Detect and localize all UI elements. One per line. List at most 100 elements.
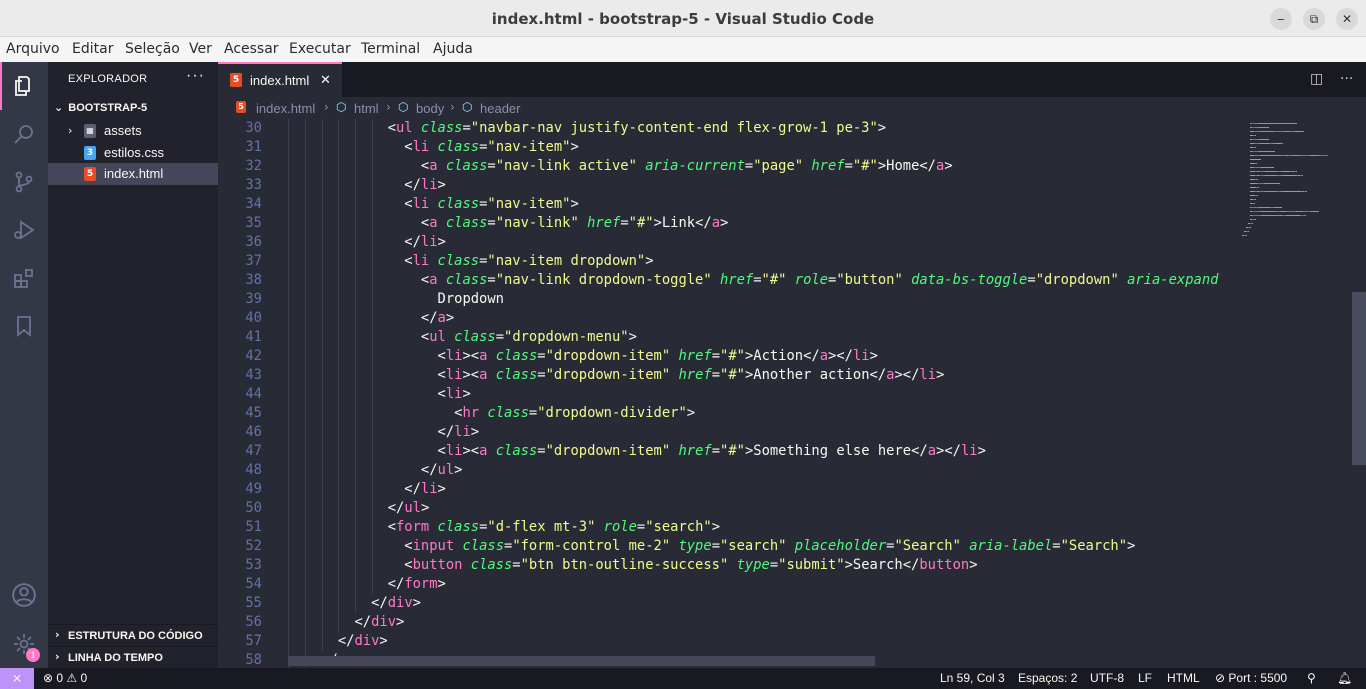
close-window-button[interactable]: ✕ — [1336, 8, 1358, 30]
breadcrumb-file[interactable]: index.html — [256, 101, 315, 116]
notifications-bell-icon[interactable]: 🔔︎ — [1337, 671, 1352, 685]
cursor-position[interactable]: Ln 59, Col 3 — [940, 671, 1005, 685]
code-line[interactable]: 51 <form class="d-flex mt-3" role="searc… — [218, 518, 1232, 537]
extensions-icon[interactable] — [0, 254, 48, 302]
symbol-element-icon: ⬡ — [462, 100, 473, 114]
problems-indicator[interactable]: ⊗ 0 ⚠ 0 — [43, 671, 87, 685]
line-number: 43 — [245, 367, 262, 383]
indent-guide — [304, 271, 306, 290]
indent-guide — [321, 442, 323, 461]
bookmark-icon[interactable] — [0, 302, 48, 350]
explorer-icon[interactable] — [0, 62, 48, 110]
indent-guide — [288, 385, 289, 404]
code-line[interactable]: 38 <a class="nav-link dropdown-toggle" h… — [218, 271, 1232, 290]
tab-index-html[interactable]: 5 index.html ✕ — [218, 62, 342, 97]
menu-ajuda[interactable]: Ajuda — [433, 41, 473, 57]
breadcrumb-body[interactable]: body — [416, 101, 444, 116]
code-line[interactable]: 43 <li><a class="dropdown-item" href="#"… — [218, 366, 1232, 385]
account-icon[interactable] — [0, 571, 48, 619]
tree-item-assets[interactable]: › ▦ assets — [48, 120, 218, 142]
code-line[interactable]: 32 <a class="nav-link active" aria-curre… — [218, 157, 1232, 176]
maximize-button[interactable]: ⧉ — [1303, 8, 1325, 30]
indent-guide — [321, 594, 323, 613]
code-line[interactable]: 54 </form> — [218, 575, 1232, 594]
code-line[interactable]: 39 Dropdown — [218, 290, 1232, 309]
feedback-icon[interactable]: ⚲ — [1307, 671, 1316, 685]
vertical-scrollbar-thumb[interactable] — [1352, 292, 1366, 465]
code-line[interactable]: 42 <li><a class="dropdown-item" href="#"… — [218, 347, 1232, 366]
more-actions-icon[interactable]: ··· — [186, 67, 205, 85]
close-tab-icon[interactable]: ✕ — [320, 73, 331, 88]
menu-terminal[interactable]: Terminal — [361, 41, 420, 57]
horizontal-scrollbar-thumb[interactable] — [288, 656, 875, 666]
code-line[interactable]: 31 <li class="nav-item"> — [218, 138, 1232, 157]
indent-guide — [338, 518, 340, 537]
line-number: 57 — [245, 633, 262, 649]
tree-item-index-html[interactable]: 5 index.html — [48, 163, 218, 185]
code-line[interactable]: 49 </li> — [218, 480, 1232, 499]
code-text: </li> — [387, 177, 446, 193]
code-line[interactable]: 52 <input class="form-control me-2" type… — [218, 537, 1232, 556]
code-editor[interactable]: 30 <ul class="navbar-nav justify-content… — [218, 119, 1366, 668]
code-line[interactable]: 36 </li> — [218, 233, 1232, 252]
workspace-folder[interactable]: ⌄ BOOTSTRAP-5 — [54, 101, 147, 114]
indent-guide — [355, 138, 357, 157]
live-server-port[interactable]: ⊘ Port : 5500 — [1215, 671, 1287, 685]
indentation-indicator[interactable]: Espaços: 2 — [1018, 671, 1077, 685]
code-line[interactable]: 55 </div> — [218, 594, 1232, 613]
menu-acessar[interactable]: Acessar — [224, 41, 279, 57]
menu-ver[interactable]: Ver — [189, 41, 212, 57]
code-line[interactable]: 53 <button class="btn btn-outline-succes… — [218, 556, 1232, 575]
code-line[interactable]: 46 </li> — [218, 423, 1232, 442]
code-line[interactable]: 45 <hr class="dropdown-divider"> — [218, 404, 1232, 423]
encoding-indicator[interactable]: UTF-8 — [1090, 671, 1124, 685]
indent-guide — [372, 195, 373, 214]
code-line[interactable]: 33 </li> — [218, 176, 1232, 195]
code-line[interactable]: 44 <li> — [218, 385, 1232, 404]
indent-guide — [355, 271, 357, 290]
outline-section[interactable]: › ESTRUTURA DO CÓDIGO — [48, 624, 218, 646]
code-text: <input class="form-control me-2" type="s… — [387, 538, 1136, 554]
code-line[interactable]: 50 </ul> — [218, 499, 1232, 518]
breadcrumb-html[interactable]: html — [354, 101, 379, 116]
split-editor-icon[interactable]: ◫ — [1310, 71, 1323, 87]
menu-editar[interactable]: Editar — [72, 41, 113, 57]
tab-label: index.html — [250, 73, 310, 88]
code-line[interactable]: 47 <li><a class="dropdown-item" href="#"… — [218, 442, 1232, 461]
code-line[interactable]: 37 <li class="nav-item dropdown"> — [218, 252, 1232, 271]
minimize-button[interactable]: ‒ — [1270, 8, 1292, 30]
code-line[interactable]: 56 </div> — [218, 613, 1232, 632]
manage-gear-icon[interactable]: 1 — [0, 620, 48, 668]
search-icon[interactable] — [0, 110, 48, 158]
more-actions-icon[interactable]: ··· — [1340, 71, 1353, 87]
menu-executar[interactable]: Executar — [289, 41, 351, 57]
minimap[interactable] — [1232, 119, 1352, 668]
menu-selecao[interactable]: Seleção — [125, 41, 180, 57]
timeline-section[interactable]: › LINHA DO TEMPO — [48, 646, 218, 668]
remote-indicator-icon[interactable]: ⨯ — [0, 668, 34, 689]
indent-guide — [338, 233, 340, 252]
chevron-right-icon: › — [386, 100, 391, 114]
code-line[interactable]: 35 <a class="nav-link" href="#">Link</a> — [218, 214, 1232, 233]
run-debug-icon[interactable] — [0, 206, 48, 254]
language-mode[interactable]: HTML — [1167, 671, 1200, 685]
menu-arquivo[interactable]: Arquivo — [6, 41, 60, 57]
indent-guide — [304, 537, 306, 556]
indent-guide — [372, 176, 373, 195]
indent-guide — [338, 214, 340, 233]
source-control-icon[interactable] — [0, 158, 48, 206]
code-line[interactable]: 41 <ul class="dropdown-menu"> — [218, 328, 1232, 347]
code-line[interactable]: 34 <li class="nav-item"> — [218, 195, 1232, 214]
code-line[interactable]: 40 </a> — [218, 309, 1232, 328]
eol-indicator[interactable]: LF — [1138, 671, 1152, 685]
tree-item-estilos-css[interactable]: 3 estilos.css — [48, 142, 218, 164]
code-line[interactable]: 57 </div> — [218, 632, 1232, 651]
line-number: 37 — [245, 253, 262, 269]
code-line[interactable]: 30 <ul class="navbar-nav justify-content… — [218, 119, 1232, 138]
breadcrumb-header[interactable]: header — [480, 101, 520, 116]
code-line[interactable]: 48 </ul> — [218, 461, 1232, 480]
editor-tab-bar: 5 index.html ✕ ◫ ··· — [218, 62, 1366, 97]
indent-guide — [304, 404, 306, 423]
indent-guide — [338, 157, 340, 176]
indent-guide — [288, 594, 289, 613]
